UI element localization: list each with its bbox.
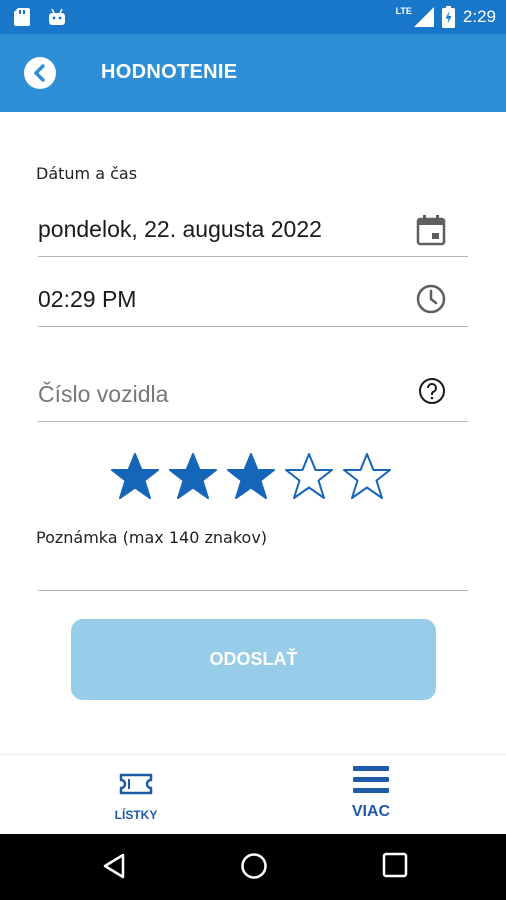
back-triangle-icon[interactable] bbox=[101, 852, 127, 880]
ticket-icon bbox=[119, 773, 153, 795]
clock-icon[interactable] bbox=[416, 284, 446, 314]
home-circle-icon[interactable] bbox=[240, 852, 268, 880]
date-value: pondelok, 22. augusta 2022 bbox=[38, 216, 322, 242]
rating-stars[interactable] bbox=[110, 452, 392, 502]
vehicle-number-placeholder: Číslo vozidla bbox=[38, 381, 169, 407]
status-bar: LTE 2:29 bbox=[0, 0, 506, 34]
battery-charging-icon bbox=[441, 6, 455, 28]
star-empty-icon[interactable] bbox=[284, 452, 334, 502]
star-empty-icon[interactable] bbox=[342, 452, 392, 502]
help-icon[interactable] bbox=[418, 377, 446, 405]
submit-button[interactable]: ODOSLAŤ bbox=[71, 619, 436, 700]
nav-tickets[interactable]: LÍSTKY bbox=[76, 765, 196, 822]
time-field[interactable]: 02:29 PM bbox=[38, 276, 468, 327]
chevron-left-circle-icon bbox=[34, 64, 45, 82]
network-type-label: LTE bbox=[395, 6, 412, 16]
time-value: 02:29 PM bbox=[38, 286, 137, 312]
app-bar: HODNOTENIE bbox=[0, 34, 506, 112]
note-label: Poznámka (max 140 znakov) bbox=[36, 528, 268, 547]
signal-icon bbox=[413, 7, 434, 27]
page-title: HODNOTENIE bbox=[101, 61, 238, 83]
android-icon bbox=[49, 8, 65, 25]
star-filled-icon[interactable] bbox=[226, 452, 276, 502]
datetime-label: Dátum a čas bbox=[36, 164, 138, 183]
date-field[interactable]: pondelok, 22. augusta 2022 bbox=[38, 206, 468, 257]
recents-square-icon[interactable] bbox=[382, 852, 408, 878]
bottom-navigation: LÍSTKY VIAC bbox=[0, 754, 506, 835]
nav-tickets-label: LÍSTKY bbox=[114, 808, 158, 822]
vehicle-number-field[interactable]: Číslo vozidla bbox=[38, 371, 468, 422]
back-button[interactable] bbox=[24, 57, 56, 89]
sd-card-icon bbox=[14, 8, 30, 26]
nav-more[interactable]: VIAC bbox=[311, 765, 431, 821]
clock: 2:29 bbox=[462, 7, 496, 26]
note-input[interactable] bbox=[38, 560, 468, 591]
star-filled-icon[interactable] bbox=[110, 452, 160, 502]
menu-icon bbox=[353, 766, 389, 793]
system-navigation-bar bbox=[0, 834, 506, 900]
star-filled-icon[interactable] bbox=[168, 452, 218, 502]
calendar-icon[interactable] bbox=[416, 214, 446, 246]
nav-more-label: VIAC bbox=[351, 803, 391, 820]
